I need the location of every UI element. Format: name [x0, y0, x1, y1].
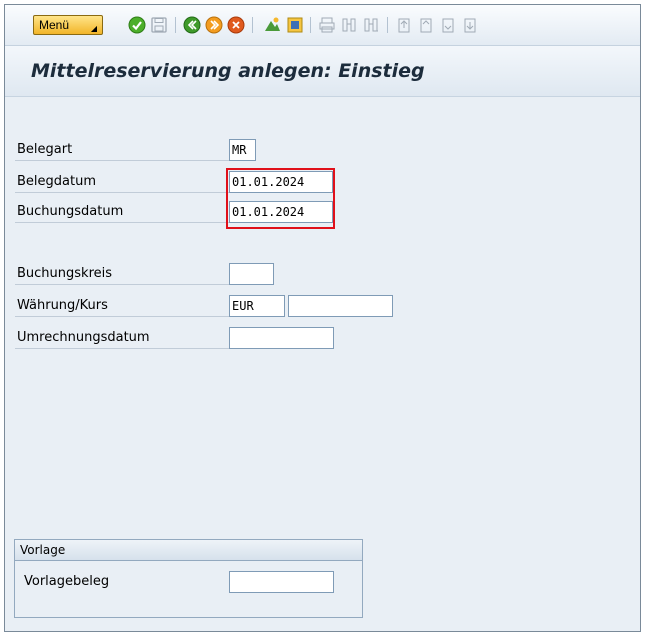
vorlage-group-title: Vorlage: [15, 540, 362, 561]
vorlage-group: Vorlage Vorlagebeleg: [14, 539, 363, 618]
buchungsdatum-field[interactable]: 01.01.2024: [229, 201, 333, 223]
toolbar: Menü ◢: [5, 5, 640, 46]
exit-icon[interactable]: [205, 16, 223, 34]
vorlagebeleg-field[interactable]: [229, 571, 334, 593]
belegart-label: Belegart: [15, 139, 233, 161]
create-session-icon[interactable]: [263, 16, 281, 34]
buchungsdatum-label: Buchungsdatum: [15, 201, 233, 223]
belegdatum-field[interactable]: 01.01.2024: [229, 171, 333, 193]
first-page-icon[interactable]: [395, 16, 413, 34]
find-icon[interactable]: [340, 16, 358, 34]
buchungskreis-field[interactable]: [229, 263, 274, 285]
back-icon[interactable]: [183, 16, 201, 34]
waehrung-label: Währung/Kurs: [15, 295, 233, 317]
caret-icon: ◢: [90, 24, 97, 33]
kurs-field[interactable]: [288, 295, 393, 317]
save-icon[interactable]: [150, 16, 168, 34]
umrechnungsdatum-label: Umrechnungsdatum: [15, 327, 233, 349]
page-title: Mittelreservierung anlegen: Einstieg: [31, 60, 425, 82]
find-next-icon[interactable]: [362, 16, 380, 34]
last-page-icon[interactable]: [461, 16, 479, 34]
previous-page-icon[interactable]: [417, 16, 435, 34]
toolbar-separator: [252, 17, 253, 33]
waehrung-field[interactable]: EUR: [229, 295, 285, 317]
menu-button[interactable]: Menü ◢: [33, 15, 103, 35]
menu-button-label: Menü: [39, 18, 70, 32]
sap-window: Menü ◢ Mittelreservierung anlegen: Einst…: [4, 4, 641, 632]
buchungskreis-label: Buchungskreis: [15, 263, 233, 285]
belegart-field[interactable]: MR: [229, 139, 256, 161]
umrechnungsdatum-field[interactable]: [229, 327, 334, 349]
check-icon[interactable]: [128, 16, 146, 34]
shortcut-icon[interactable]: [286, 16, 304, 34]
title-bar: Mittelreservierung anlegen: Einstieg: [5, 46, 640, 97]
toolbar-separator: [310, 17, 311, 33]
cancel-icon[interactable]: [227, 16, 245, 34]
belegdatum-label: Belegdatum: [15, 171, 233, 193]
next-page-icon[interactable]: [439, 16, 457, 34]
toolbar-separator: [175, 17, 176, 33]
toolbar-separator: [387, 17, 388, 33]
vorlagebeleg-label: Vorlagebeleg: [24, 574, 110, 589]
print-icon[interactable]: [318, 16, 336, 34]
